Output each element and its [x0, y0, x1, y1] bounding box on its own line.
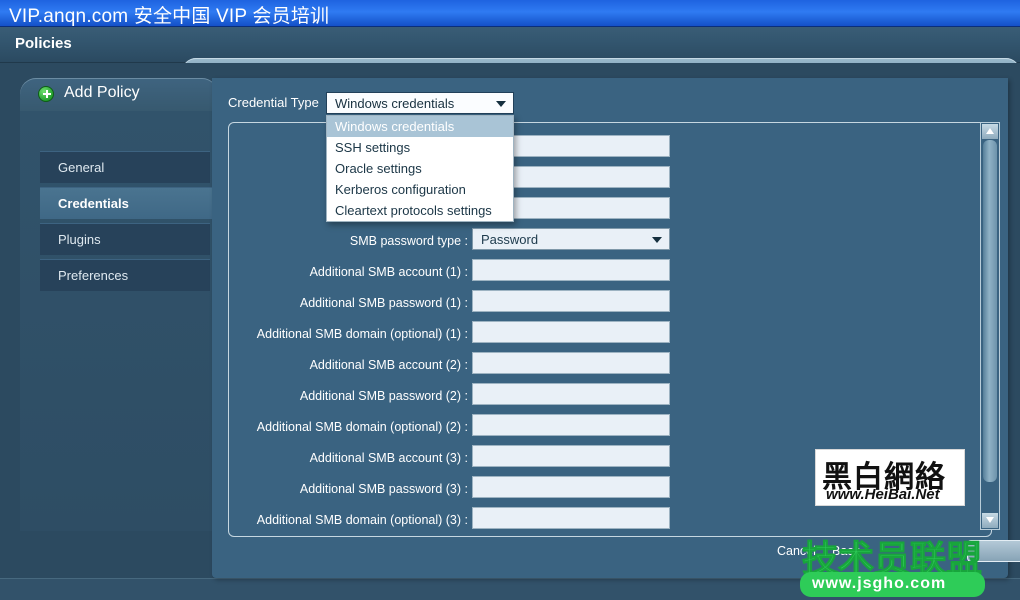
dropdown-option[interactable]: Oracle settings	[327, 158, 513, 179]
arrow-down-icon	[986, 517, 994, 523]
credential-type-select[interactable]: Windows credentials	[326, 92, 514, 114]
form-row: Additional SMB account (1) :	[0, 259, 700, 290]
form-row: Additional SMB domain (optional) (1) :	[0, 321, 700, 352]
smb-password-type-select[interactable]: Password	[472, 228, 670, 250]
heibai-watermark-url: www.HeiBai.Net	[826, 486, 940, 503]
add-policy-header[interactable]: Add Policy	[20, 78, 218, 111]
credential-type-dropdown-list[interactable]: Windows credentialsSSH settingsOracle se…	[326, 115, 514, 222]
form-row: Additional SMB domain (optional) (2) :	[0, 414, 700, 445]
title-bar-text: VIP.anqn.com 安全中国 VIP 会员培训	[9, 1, 329, 28]
credential-type-value: Windows credentials	[335, 96, 454, 111]
scrollbar-up-button[interactable]	[982, 124, 998, 139]
select-value: Password	[481, 232, 538, 247]
text-input[interactable]	[472, 476, 670, 498]
text-input[interactable]	[472, 290, 670, 312]
form-field-label: Additional SMB password (1) :	[300, 296, 468, 310]
page-title: Policies	[15, 35, 72, 52]
vertical-scrollbar[interactable]	[980, 122, 1000, 530]
form-field-label: Additional SMB account (1) :	[310, 265, 468, 279]
dropdown-option[interactable]: SSH settings	[327, 137, 513, 158]
form-field-label: Additional SMB password (2) :	[300, 389, 468, 403]
text-input[interactable]	[472, 352, 670, 374]
form-row: Additional SMB password (2) :	[0, 383, 700, 414]
heibai-watermark: 黑白網絡 www.HeiBai.Net	[815, 449, 965, 506]
chevron-down-icon	[496, 101, 506, 107]
form-row: Additional SMB password (3) :	[0, 476, 700, 507]
dropdown-option[interactable]: Cleartext protocols settings	[327, 200, 513, 221]
plus-circle-icon	[38, 86, 54, 102]
form-field-label: SMB password type :	[350, 234, 468, 248]
application-nav-bar: Policies Reports Scans Policies Users	[0, 27, 1020, 63]
text-input[interactable]	[472, 259, 670, 281]
text-input[interactable]	[472, 414, 670, 436]
dropdown-option[interactable]: Windows credentials	[327, 116, 513, 137]
jsgho-watermark-url: www.jsgho.com	[812, 575, 946, 593]
form-row: Additional SMB account (2) :	[0, 352, 700, 383]
form-field-label: Additional SMB password (3) :	[300, 482, 468, 496]
text-input[interactable]	[472, 383, 670, 405]
form-row: Additional SMB domain (optional) (3) :	[0, 507, 700, 538]
form-row: Additional SMB account (3) :	[0, 445, 700, 476]
form-field-label: Additional SMB domain (optional) (2) :	[257, 420, 468, 434]
arrow-up-icon	[986, 128, 994, 134]
browser-title-bar: VIP.anqn.com 安全中国 VIP 会员培训	[0, 0, 1020, 27]
text-input[interactable]	[472, 321, 670, 343]
scrollbar-thumb[interactable]	[983, 140, 997, 482]
jsgho-watermark-url-pill: www.jsgho.com	[800, 572, 985, 597]
form-field-label: Additional SMB account (3) :	[310, 451, 468, 465]
form-field-label: Additional SMB domain (optional) (3) :	[257, 513, 468, 527]
text-input[interactable]	[472, 507, 670, 529]
text-input[interactable]	[472, 445, 670, 467]
form-field-label: Additional SMB domain (optional) (1) :	[257, 327, 468, 341]
dropdown-option[interactable]: Kerberos configuration	[327, 179, 513, 200]
chevron-down-icon	[652, 237, 662, 243]
add-policy-label: Add Policy	[64, 84, 140, 102]
form-row: Additional SMB password (1) :	[0, 290, 700, 321]
form-field-label: Additional SMB account (2) :	[310, 358, 468, 372]
scrollbar-down-button[interactable]	[982, 513, 998, 528]
form-row: SMB password type : Password	[0, 228, 700, 259]
credential-type-label: Credential Type	[228, 95, 319, 110]
